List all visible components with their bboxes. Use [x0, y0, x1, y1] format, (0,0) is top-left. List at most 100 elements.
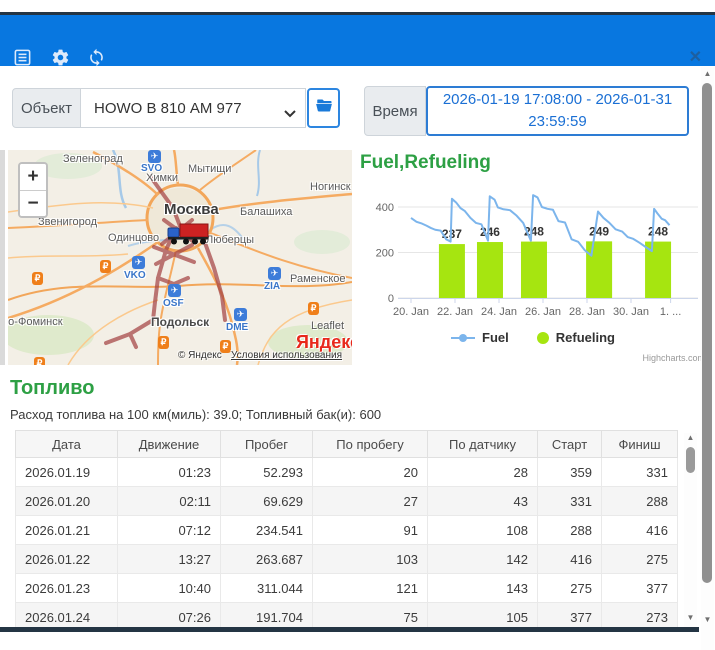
refueling-bar — [477, 242, 503, 298]
table-cell: 43 — [428, 487, 538, 516]
chart-title: Fuel,Refueling — [360, 152, 491, 174]
legend-item-refueling[interactable]: Refueling — [537, 330, 615, 345]
table-header-cell: Движение — [118, 431, 221, 458]
legend-fuel-label: Fuel — [482, 330, 509, 345]
highcharts-credit[interactable]: Highcharts.com — [642, 353, 705, 363]
table-header-cell: По пробегу — [313, 431, 428, 458]
table-cell: 331 — [538, 487, 602, 516]
x-axis-label: 28. Jan — [569, 306, 605, 318]
terms-link[interactable]: Условия использования — [231, 350, 342, 361]
window-header: ✕ — [0, 15, 715, 66]
truck-marker[interactable] — [166, 222, 210, 246]
map-label: Звенигород — [38, 216, 97, 228]
table-row[interactable]: 2026.01.2310:40311.044121143275377 — [16, 574, 678, 603]
scroll-up-button[interactable]: ▲ — [701, 69, 714, 78]
time-range-field[interactable]: 2026-01-19 17:08:00 - 2026-01-31 23:59:5… — [426, 86, 689, 136]
fuel-chart: 020040020. Jan22. Jan24. Jan26. Jan28. J… — [358, 152, 710, 370]
table-cell: 359 — [538, 458, 602, 487]
table-cell: 143 — [428, 574, 538, 603]
table-cell: 377 — [538, 603, 602, 628]
table-cell: 103 — [313, 545, 428, 574]
x-axis-label: 26. Jan — [525, 306, 561, 318]
zoom-out-button[interactable]: − — [20, 190, 46, 216]
table-row[interactable]: 2026.01.1901:2352.2932028359331 — [16, 458, 678, 487]
map-label: Москва — [164, 201, 219, 218]
table-cell: 191.704 — [221, 603, 313, 628]
object-label: Объект — [12, 88, 81, 128]
fuel-table: ДатаДвижениеПробегПо пробегуПо датчикуСт… — [15, 430, 678, 627]
table-cell: 331 — [602, 458, 678, 487]
list-icon — [13, 48, 32, 67]
refueling-bar — [586, 241, 612, 298]
table-cell: 234.541 — [221, 516, 313, 545]
settings-button[interactable] — [51, 48, 70, 67]
table-cell: 275 — [602, 545, 678, 574]
legend-item-fuel[interactable]: Fuel — [451, 330, 509, 345]
map-label: Наро-Фоминск — [8, 316, 63, 328]
toll-road-icon: ₽ — [32, 272, 43, 285]
map-label: Мытищи — [188, 163, 231, 175]
x-axis-label: 30. Jan — [613, 306, 649, 318]
time-label: Время — [364, 86, 426, 136]
map-label: Зеленоград — [63, 153, 123, 165]
legend-refueling-label: Refueling — [556, 330, 615, 345]
refueling-bar — [439, 244, 465, 298]
close-button[interactable]: ✕ — [689, 47, 702, 67]
table-cell: 69.629 — [221, 487, 313, 516]
table-cell: 28 — [428, 458, 538, 487]
scroll-up-button[interactable]: ▲ — [684, 433, 697, 442]
airport-icon: ✈ — [234, 308, 247, 321]
map-label: Ногинск — [310, 181, 351, 193]
open-folder-button[interactable] — [307, 88, 340, 128]
toll-road-icon: ₽ — [308, 302, 319, 315]
map-label: OSF — [163, 298, 184, 309]
map[interactable]: ЗеленоградХимкиМытищиНогинскЗвенигородМо… — [8, 150, 352, 365]
fuel-section-title: Топливо — [10, 377, 95, 400]
table-cell: 263.687 — [221, 545, 313, 574]
table-cell: 275 — [538, 574, 602, 603]
table-cell: 13:27 — [118, 545, 221, 574]
report-list-button[interactable] — [13, 48, 32, 67]
airport-icon: ✈ — [268, 267, 281, 280]
gear-icon — [51, 48, 70, 67]
scroll-down-button[interactable]: ▼ — [684, 613, 697, 622]
scroll-thumb[interactable] — [686, 447, 695, 473]
refueling-bar — [521, 242, 547, 298]
table-cell: 416 — [602, 516, 678, 545]
scroll-thumb[interactable] — [702, 83, 712, 583]
table-row[interactable]: 2026.01.2213:27263.687103142416275 — [16, 545, 678, 574]
table-header-cell: Пробег — [221, 431, 313, 458]
table-row[interactable]: 2026.01.2002:1169.6292743331288 — [16, 487, 678, 516]
zoom-in-button[interactable]: + — [20, 164, 46, 190]
refresh-button[interactable] — [87, 48, 106, 67]
map-label: DME — [226, 322, 248, 333]
table-header-cell: Финиш — [602, 431, 678, 458]
chevron-down-icon — [284, 105, 296, 122]
table-row[interactable]: 2026.01.2107:12234.54191108288416 — [16, 516, 678, 545]
table-cell: 02:11 — [118, 487, 221, 516]
table-cell: 142 — [428, 545, 538, 574]
table-row[interactable]: 2026.01.2407:26191.70475105377273 — [16, 603, 678, 628]
object-select[interactable]: HOWO В 810 АМ 977 — [80, 88, 306, 128]
x-axis-label: 22. Jan — [437, 306, 473, 318]
table-cell: 377 — [602, 574, 678, 603]
table-cell: 52.293 — [221, 458, 313, 487]
scroll-down-button[interactable]: ▼ — [701, 615, 714, 624]
x-axis-label: 1. ... — [660, 306, 681, 318]
folder-icon — [315, 98, 333, 118]
table-header-cell: Старт — [538, 431, 602, 458]
map-label: Люберцы — [206, 234, 254, 246]
table-cell: 2026.01.21 — [16, 516, 118, 545]
table-cell: 10:40 — [118, 574, 221, 603]
toll-road-icon: ₽ — [158, 336, 169, 349]
chart-legend: Fuel Refueling — [358, 330, 708, 345]
fuel-line-marker-icon — [451, 337, 475, 339]
table-cell: 416 — [538, 545, 602, 574]
table-cell: 07:26 — [118, 603, 221, 628]
table-cell: 20 — [313, 458, 428, 487]
window-scrollbar[interactable]: ▲ ▼ — [701, 67, 714, 650]
map-label: Раменское — [290, 273, 346, 285]
table-cell: 75 — [313, 603, 428, 628]
leaflet-attribution[interactable]: Leaflet — [311, 320, 344, 332]
table-scrollbar[interactable]: ▲ ▼ — [684, 433, 697, 627]
